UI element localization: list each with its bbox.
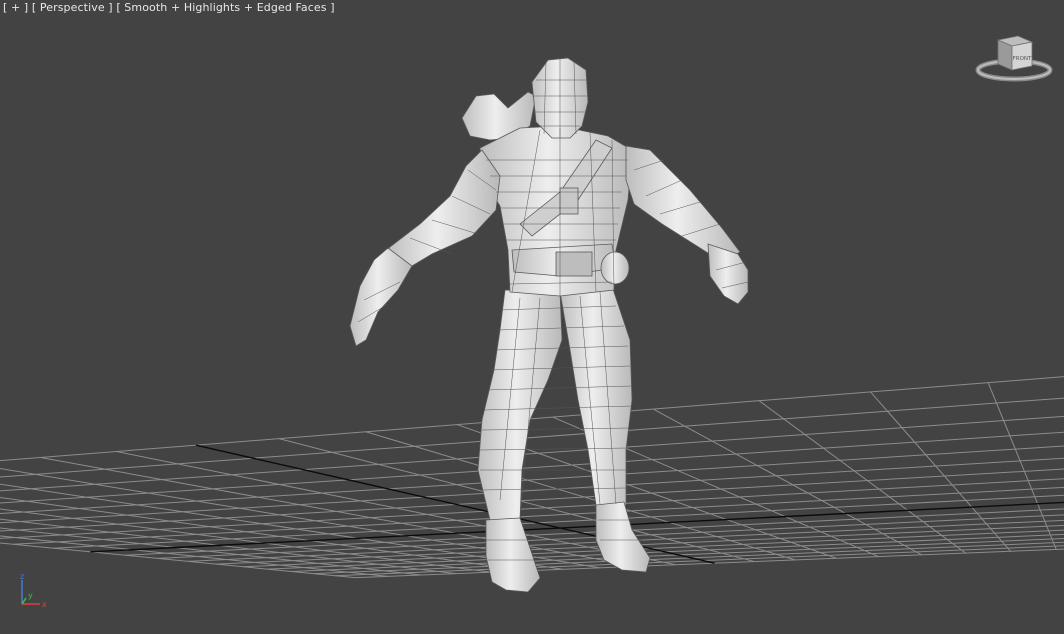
- mesh-left-leg[interactable]: [477, 289, 563, 521]
- mesh-right-arm[interactable]: [625, 145, 741, 263]
- viewport-general-menu[interactable]: [ + ]: [3, 1, 28, 14]
- mesh-right-leg[interactable]: [559, 285, 633, 506]
- viewcube-icon[interactable]: FRONT: [974, 30, 1054, 90]
- viewport-view-menu[interactable]: [ Perspective ]: [32, 1, 113, 14]
- grid-world-axes: [90, 444, 1064, 564]
- perspective-viewport[interactable]: [ + ] [ Perspective ] [ Smooth + Highlig…: [0, 0, 1064, 634]
- character-mesh[interactable]: [349, 57, 749, 593]
- axis-x-label: x: [42, 600, 47, 609]
- axis-tripod-icon: z x y: [20, 572, 47, 609]
- viewcube-front-label: FRONT: [1013, 56, 1032, 62]
- mesh-left-hand[interactable]: [349, 247, 413, 347]
- scene-canvas[interactable]: [0, 0, 1064, 634]
- mesh-right-hand[interactable]: [707, 243, 749, 305]
- mesh-left-arm[interactable]: [385, 149, 501, 273]
- mesh-belt-pouch[interactable]: [600, 251, 630, 285]
- viewport-label-menu: [ + ] [ Perspective ] [ Smooth + Highlig…: [3, 1, 335, 14]
- viewport-shading-menu[interactable]: [ Smooth + Highlights + Edged Faces ]: [116, 1, 334, 14]
- axis-z-label: z: [20, 572, 24, 581]
- axis-y-label: y: [28, 591, 33, 600]
- mesh-belt-buckle[interactable]: [555, 251, 593, 277]
